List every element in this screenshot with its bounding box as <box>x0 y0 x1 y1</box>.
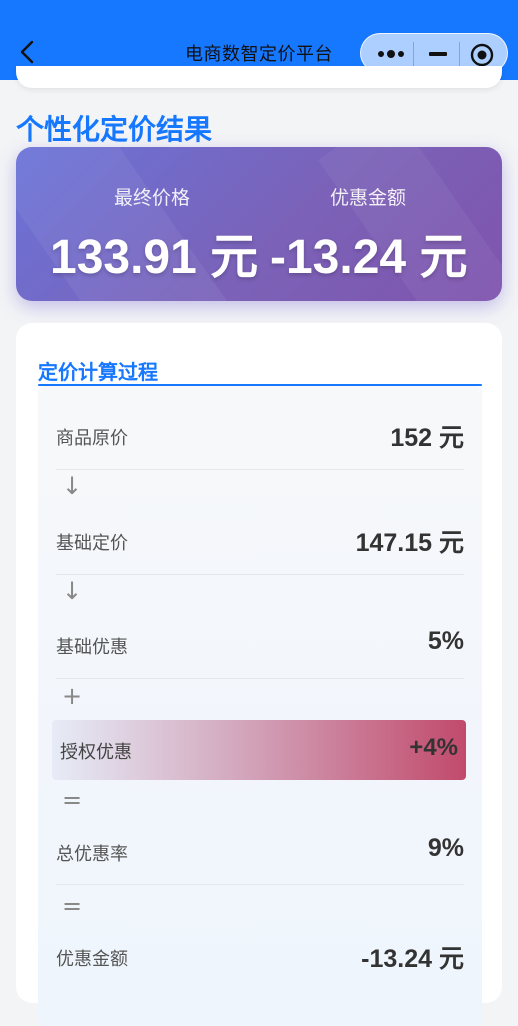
equals-operator: = <box>62 892 83 920</box>
discount-amount-label: 优惠金额 <box>330 187 407 209</box>
step-label: 总优惠率 <box>56 844 128 865</box>
step-value: -13.24 元 <box>361 945 464 973</box>
down-arrow-operator: ↓ <box>62 472 83 500</box>
target-close-icon[interactable] <box>469 42 495 68</box>
divider <box>56 884 464 885</box>
process-title: 定价计算过程 <box>38 362 158 384</box>
previous-card-edge <box>16 66 502 88</box>
final-price-value: 133.91 元 <box>50 231 259 284</box>
step-label: 优惠金额 <box>56 949 128 970</box>
step-value: 5% <box>427 627 464 655</box>
step-label: 基础定价 <box>56 533 128 554</box>
more-dots-icon[interactable] <box>375 44 409 64</box>
divider <box>56 678 464 679</box>
pricing-result-card: 最终价格 133.91 元 优惠金额 -13.24 元 <box>16 147 502 301</box>
equals-operator: = <box>62 786 83 814</box>
final-price-label: 最终价格 <box>114 187 191 209</box>
process-steps: 商品原价 152 元 ↓ 基础定价 147.15 元 ↓ 基础优惠 5% + 授… <box>38 386 482 1026</box>
step-row-base-discount: 基础优惠 5% <box>56 615 464 675</box>
step-row-base-price: 基础定价 147.15 元 <box>56 511 464 571</box>
step-label: 商品原价 <box>56 428 128 449</box>
step-row-total-discount-rate: 总优惠率 9% <box>56 822 464 882</box>
section-title: 个性化定价结果 <box>16 114 213 145</box>
step-label: 基础优惠 <box>56 637 128 658</box>
step-value: 152 元 <box>390 424 464 452</box>
step-label: 授权优惠 <box>60 742 132 763</box>
step-value: +4% <box>409 734 458 761</box>
plus-operator: + <box>62 682 83 710</box>
step-row-discount-amount: 优惠金额 -13.24 元 <box>56 927 464 987</box>
step-row-authorized-discount: 授权优惠 +4% <box>52 720 466 780</box>
discount-amount-value: -13.24 元 <box>270 231 468 284</box>
down-arrow-operator: ↓ <box>62 577 83 605</box>
step-row-original-price: 商品原价 152 元 <box>56 406 464 466</box>
minimize-icon[interactable] <box>423 44 453 64</box>
step-value: 147.15 元 <box>355 529 464 557</box>
capsule-divider <box>459 42 460 66</box>
divider <box>56 469 464 470</box>
capsule-divider <box>413 42 414 66</box>
step-value: 9% <box>427 834 464 862</box>
pricing-process-card: 定价计算过程 商品原价 152 元 ↓ 基础定价 147.15 元 ↓ 基础优惠… <box>16 323 502 1026</box>
divider <box>56 574 464 575</box>
